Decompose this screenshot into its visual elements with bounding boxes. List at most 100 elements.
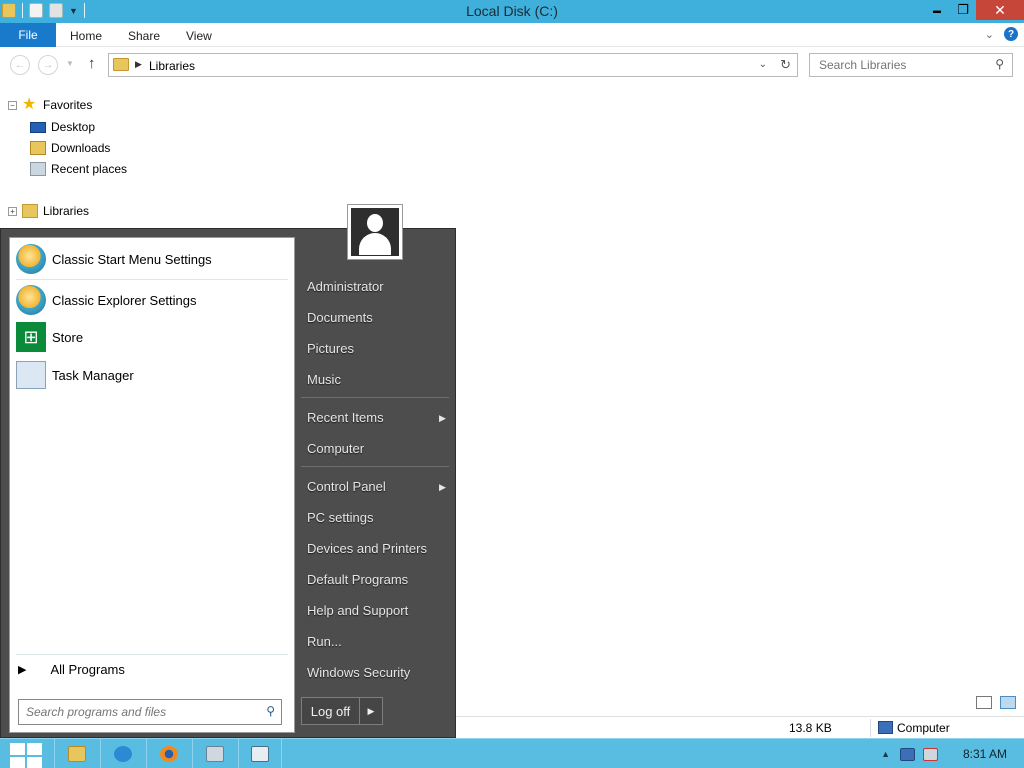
tree-libraries[interactable]: + Libraries	[8, 204, 89, 218]
server-manager-icon	[205, 746, 224, 762]
up-arrow-icon[interactable]: ↑	[88, 55, 96, 72]
start-item-pc-settings[interactable]: PC settings	[307, 510, 373, 525]
start-item-default-programs[interactable]: Default Programs	[307, 572, 408, 587]
tab-file[interactable]: File	[0, 23, 56, 47]
recent-places-icon	[30, 162, 46, 176]
submenu-arrow-icon: ▶	[439, 413, 446, 423]
status-separator	[870, 719, 871, 737]
taskbar-firefox[interactable]	[146, 739, 190, 768]
program-label: Task Manager	[52, 367, 134, 383]
breadcrumb-libraries[interactable]: Libraries	[149, 59, 195, 73]
forward-button[interactable]: →	[38, 55, 58, 75]
start-menu: Classic Start Menu Settings Classic Expl…	[0, 204, 456, 738]
window-icon	[251, 746, 269, 762]
clock[interactable]: 8:31 AM	[946, 747, 1024, 761]
back-button[interactable]: ←	[10, 55, 30, 75]
store-icon: ⊞	[16, 322, 46, 352]
address-bar[interactable]: ▶ Libraries ⌄ ↻	[108, 53, 798, 77]
shutdown-options-arrow-icon[interactable]: ▶	[360, 698, 382, 724]
volume-muted-icon[interactable]	[923, 747, 938, 761]
help-icon[interactable]: ?	[1004, 27, 1018, 41]
start-button[interactable]	[6, 742, 42, 768]
computer-icon	[878, 721, 893, 734]
breadcrumb-arrow-icon[interactable]: ▶	[135, 59, 142, 70]
tab-view[interactable]: View	[186, 29, 212, 43]
expand-ribbon-chevron-icon[interactable]: ⌄	[985, 28, 994, 41]
navigation-bar: ← → ▼ ↑ ▶ Libraries ⌄ ↻ ⚲	[0, 47, 1024, 85]
recent-locations-chevron-icon[interactable]: ▼	[66, 59, 74, 68]
start-menu-programs-pane: Classic Start Menu Settings Classic Expl…	[9, 237, 295, 733]
search-libraries-input[interactable]	[810, 54, 980, 76]
right-separator	[301, 466, 449, 467]
start-search-input[interactable]	[19, 700, 249, 724]
start-item-help-and-support[interactable]: Help and Support	[307, 603, 408, 618]
tree-favorites[interactable]: − ★ Favorites	[8, 96, 92, 113]
log-off-button[interactable]: Log off	[302, 698, 360, 724]
address-dropdown-icon[interactable]: ⌄	[759, 59, 767, 70]
task-manager-icon	[16, 361, 46, 389]
view-buttons	[976, 696, 1016, 709]
status-bar: 13.8 KB Computer	[456, 716, 1024, 738]
search-icon[interactable]: ⚲	[266, 704, 275, 718]
all-programs-button[interactable]: ▶ All Programs	[18, 662, 125, 677]
taskbar-server-manager[interactable]	[192, 739, 236, 768]
user-avatar-icon	[351, 208, 399, 256]
start-item-music[interactable]: Music	[307, 372, 341, 387]
window-title: Local Disk (C:)	[466, 3, 558, 19]
collapse-icon[interactable]: −	[8, 100, 17, 110]
show-hidden-icons-icon[interactable]: ▲	[881, 749, 890, 759]
program-label: Store	[52, 329, 84, 345]
taskbar-powershell[interactable]	[238, 739, 282, 768]
program-task-manager[interactable]: Task Manager	[16, 361, 134, 389]
details-view-icon[interactable]	[976, 696, 992, 709]
restore-icon: ❐	[957, 2, 969, 17]
search-icon[interactable]: ⚲	[995, 57, 1004, 71]
refresh-icon[interactable]: ↻	[780, 57, 791, 73]
taskbar-file-explorer[interactable]	[54, 739, 98, 768]
ribbon-tabs: File Home Share View ⌄ ?	[0, 23, 1024, 47]
system-tray: ▲ 8:31 AM	[881, 739, 1024, 768]
start-item-administrator[interactable]: Administrator	[307, 279, 384, 294]
all-programs-label: All Programs	[50, 662, 125, 677]
taskbar-internet-explorer[interactable]	[100, 739, 144, 768]
file-explorer-icon	[67, 746, 86, 762]
desktop-icon	[30, 121, 46, 133]
start-item-windows-security[interactable]: Windows Security	[307, 665, 410, 680]
program-store[interactable]: ⊞ Store	[16, 322, 83, 352]
tab-share[interactable]: Share	[128, 29, 160, 43]
libraries-folder-icon	[113, 58, 129, 71]
tab-home[interactable]: Home	[70, 29, 102, 43]
start-item-devices-and-printers[interactable]: Devices and Printers	[307, 541, 427, 556]
program-label: Classic Start Menu Settings	[52, 251, 212, 267]
program-classic-start-menu-settings[interactable]: Classic Start Menu Settings	[16, 244, 212, 274]
tree-label-desktop: Desktop	[51, 120, 96, 134]
star-icon: ★	[22, 96, 37, 113]
right-separator	[301, 397, 449, 398]
tree-label-downloads: Downloads	[51, 141, 111, 155]
start-item-documents[interactable]: Documents	[307, 310, 373, 325]
minimize-button[interactable]: ▬	[924, 0, 950, 20]
classic-shell-icon	[16, 285, 46, 315]
large-icons-view-icon[interactable]	[1000, 696, 1016, 709]
close-button[interactable]: ✕	[976, 0, 1024, 20]
start-item-pictures[interactable]: Pictures	[307, 341, 354, 356]
firefox-icon	[159, 746, 178, 762]
start-item-run[interactable]: Run...	[307, 634, 342, 649]
network-icon[interactable]	[900, 747, 915, 761]
programs-separator	[16, 279, 288, 280]
tree-desktop[interactable]: Desktop	[30, 120, 95, 134]
program-classic-explorer-settings[interactable]: Classic Explorer Settings	[16, 285, 197, 315]
internet-explorer-icon	[113, 746, 132, 762]
expand-icon[interactable]: +	[8, 206, 17, 216]
start-item-recent-items[interactable]: Recent Items	[307, 410, 384, 425]
selected-size: 13.8 KB	[789, 721, 832, 735]
tree-downloads[interactable]: Downloads	[30, 141, 110, 155]
maximize-button[interactable]: ❐	[950, 0, 976, 20]
start-search-box: ⚲	[18, 699, 282, 725]
user-picture[interactable]	[347, 204, 403, 260]
start-item-computer[interactable]: Computer	[307, 441, 364, 456]
submenu-arrow-icon: ▶	[439, 482, 446, 492]
start-item-control-panel[interactable]: Control Panel	[307, 479, 386, 494]
tree-recent-places[interactable]: Recent places	[30, 162, 127, 176]
downloads-folder-icon	[30, 141, 46, 155]
